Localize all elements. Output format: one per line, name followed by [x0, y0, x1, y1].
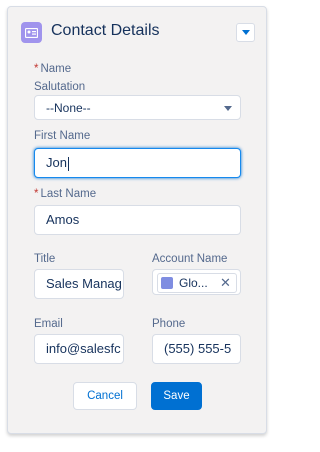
- title-label: Title: [34, 253, 56, 265]
- cancel-button[interactable]: Cancel: [73, 382, 137, 410]
- card-title: Contact Details: [51, 22, 160, 39]
- name-section-label: * Name: [34, 63, 72, 75]
- required-marker: *: [34, 188, 39, 200]
- close-icon[interactable]: ✕: [220, 274, 231, 292]
- title-input[interactable]: Sales Manag: [34, 269, 124, 299]
- account-pill[interactable]: Glo... ✕: [157, 273, 237, 293]
- salutation-value: --None--: [46, 101, 91, 115]
- required-marker: *: [34, 63, 39, 75]
- account-pill-label: Glo...: [179, 276, 208, 290]
- text-cursor: [67, 156, 69, 171]
- header-menu-button[interactable]: [236, 23, 255, 42]
- account-icon: [161, 277, 173, 289]
- email-label: Email: [34, 318, 63, 330]
- email-input[interactable]: info@salesfc: [34, 334, 124, 364]
- contact-details-card: Contact Details * Name Salutation --None-…: [7, 6, 267, 434]
- select-caret-icon: [224, 106, 232, 111]
- account-name-label: Account Name: [152, 253, 228, 265]
- first-name-input[interactable]: Jon: [34, 148, 241, 178]
- last-name-label: * Last Name: [34, 188, 97, 200]
- chevron-down-icon: [241, 29, 250, 35]
- salutation-label: Salutation: [34, 81, 86, 93]
- save-button[interactable]: Save: [151, 382, 202, 410]
- phone-input[interactable]: (555) 555-5: [152, 334, 241, 364]
- salutation-select[interactable]: --None--: [34, 95, 241, 120]
- first-name-label: First Name: [34, 130, 91, 142]
- last-name-input[interactable]: Amos: [34, 205, 241, 235]
- phone-label: Phone: [152, 318, 186, 330]
- contact-card-icon: [21, 22, 42, 43]
- first-name-value: Jon: [46, 155, 67, 170]
- account-name-lookup[interactable]: Glo... ✕: [152, 269, 241, 295]
